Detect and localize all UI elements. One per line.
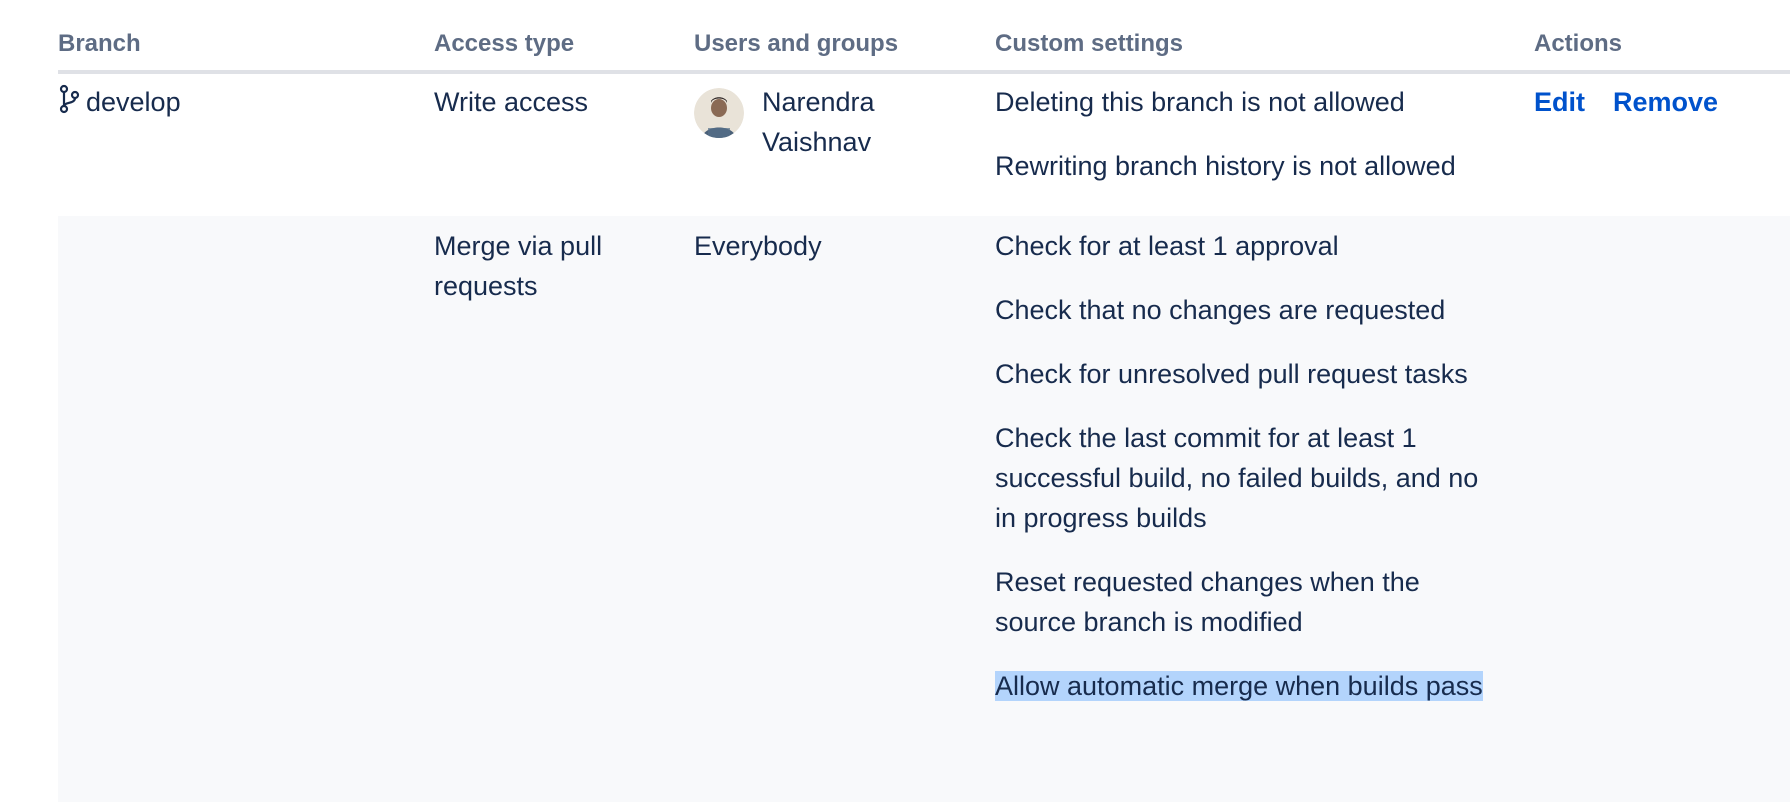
avatar bbox=[694, 88, 744, 138]
access-type-cell: Merge via pull requests bbox=[434, 231, 603, 301]
user-name[interactable]: Narendra Vaishnav bbox=[762, 82, 902, 162]
custom-settings-cell: Check for at least 1 approval Check that… bbox=[995, 226, 1505, 706]
header-users-groups: Users and groups bbox=[694, 30, 899, 57]
setting-item: Deleting this branch is not allowed bbox=[995, 87, 1405, 117]
users-groups-cell: Narendra Vaishnav bbox=[694, 82, 902, 162]
remove-button[interactable]: Remove bbox=[1613, 82, 1718, 122]
table-row: Merge via pull requests Everybody Check … bbox=[58, 216, 1790, 802]
header-branch: Branch bbox=[58, 30, 141, 57]
branch-name: develop bbox=[86, 87, 181, 117]
setting-item: Check the last commit for at least 1 suc… bbox=[995, 423, 1479, 533]
setting-item-selected: Allow automatic merge when builds pass bbox=[995, 666, 1505, 706]
access-type-cell: Write access bbox=[434, 87, 589, 117]
setting-item: Check for at least 1 approval bbox=[995, 231, 1339, 261]
branch-icon bbox=[58, 82, 80, 125]
branch-cell: develop bbox=[58, 82, 181, 125]
header-actions: Actions bbox=[1534, 30, 1623, 57]
header-custom-settings: Custom settings bbox=[995, 30, 1184, 57]
setting-item: Check for unresolved pull request tasks bbox=[995, 359, 1468, 389]
setting-item: Rewriting branch history is not allowed bbox=[995, 151, 1456, 181]
edit-button[interactable]: Edit bbox=[1534, 82, 1585, 122]
header-access-type: Access type bbox=[434, 30, 575, 57]
setting-item: Check that no changes are requested bbox=[995, 295, 1446, 325]
users-groups-cell: Everybody bbox=[694, 231, 822, 261]
custom-settings-cell: Deleting this branch is not allowed Rewr… bbox=[995, 82, 1505, 186]
selected-text: Allow automatic merge when builds pass bbox=[995, 671, 1483, 701]
branch-permissions-table: Branch Access type Users and groups Cust… bbox=[58, 0, 1790, 802]
setting-item: Reset requested changes when the source … bbox=[995, 567, 1420, 637]
actions-cell: Edit Remove bbox=[1534, 82, 1718, 122]
table-header: Branch Access type Users and groups Cust… bbox=[58, 0, 1790, 74]
table-row: develop Write access Narendra Vaishnav D… bbox=[58, 74, 1790, 216]
